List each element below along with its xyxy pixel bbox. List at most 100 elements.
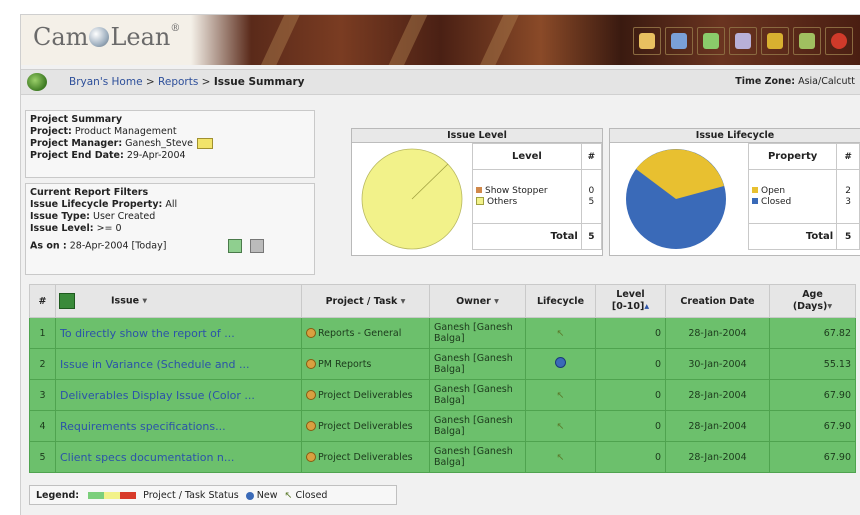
sort-icon[interactable]: ▾ <box>401 296 406 307</box>
new-icon <box>555 357 566 368</box>
people-button[interactable] <box>729 27 757 55</box>
breadcrumb: Bryan's Home > Reports > Issue Summary <box>69 76 305 88</box>
show-stopper-swatch <box>476 187 482 193</box>
legend-status-text: Project / Task Status <box>143 490 239 501</box>
diamond-button[interactable] <box>697 27 725 55</box>
table-row[interactable]: 3 Deliverables Display Issue (Color ... … <box>29 379 856 411</box>
timezone-label: Time Zone: <box>735 76 796 87</box>
column-header-lifecycle: Lifecycle <box>525 284 596 318</box>
breadcrumb-separator: > <box>145 76 155 88</box>
chain-button[interactable] <box>761 27 789 55</box>
export-excel-icon[interactable] <box>59 293 75 309</box>
sort-icon[interactable]: ▾ <box>827 301 832 312</box>
column-header-level[interactable]: Level [0-10]▴ <box>595 284 666 318</box>
type-filter-value: User Created <box>92 211 156 222</box>
level-total-value: 5 <box>580 223 603 250</box>
lifecycle-filter-value: All <box>165 199 178 210</box>
property-row-label: Open <box>761 185 786 196</box>
message-icon[interactable] <box>197 138 213 149</box>
breadcrumb-separator: > <box>201 76 211 88</box>
project-label: Project: <box>30 126 72 137</box>
level-list: Show Stopper Others <box>472 169 582 224</box>
table-row[interactable]: 5 Client specs documentation n... Projec… <box>29 441 856 473</box>
issue-link[interactable]: Issue in Variance (Schedule and ... <box>55 348 302 380</box>
age-cell: 55.13 <box>769 348 856 380</box>
level-cell: 0 <box>595 410 666 442</box>
project-cell[interactable]: PM Reports <box>301 348 430 380</box>
project-summary-heading: Project Summary <box>30 114 123 125</box>
project-name: Project Deliverables <box>318 451 413 463</box>
project-cell[interactable]: Project Deliverables <box>301 410 430 442</box>
level-filter-label: Issue Level: <box>30 223 94 234</box>
report-filters-panel: Current Report Filters Issue Lifecycle P… <box>25 183 315 275</box>
filter-button[interactable] <box>250 239 265 253</box>
property-row-count: 3 <box>845 196 851 207</box>
issue-link[interactable]: Deliverables Display Issue (Color ... <box>55 379 302 411</box>
manager-label: Project Manager: <box>30 138 123 149</box>
age-cell: 67.90 <box>769 441 856 473</box>
user-button[interactable] <box>633 27 661 55</box>
banner-decoration <box>474 15 522 65</box>
sort-ascending-icon[interactable]: ▴ <box>644 301 649 312</box>
refresh-button[interactable] <box>228 239 243 253</box>
table-row[interactable]: 2 Issue in Variance (Schedule and ... PM… <box>29 348 856 380</box>
logo-text-left: Cam <box>33 23 89 51</box>
property-row-count: 2 <box>845 185 851 196</box>
closed-swatch <box>752 198 758 204</box>
globe-button[interactable] <box>665 27 693 55</box>
age-header-label: Age <box>802 289 823 300</box>
owner-cell: Ganesh [Ganesh Balga] <box>429 410 526 442</box>
breadcrumb-home-link[interactable]: Bryan's Home <box>69 76 143 88</box>
project-cell[interactable]: Reports - General <box>301 317 430 349</box>
breadcrumb-reports-link[interactable]: Reports <box>158 76 198 88</box>
lifecycle-cell: ↖ <box>525 441 596 473</box>
filters-heading: Current Report Filters <box>30 187 149 198</box>
issue-link[interactable]: Requirements specifications... <box>55 410 302 442</box>
sort-icon[interactable]: ▾ <box>494 296 499 307</box>
table-row[interactable]: 1 To directly show the report of ... Rep… <box>29 317 856 349</box>
created-cell: 28-Jan-2004 <box>665 410 770 442</box>
legend-label: Legend: <box>36 490 80 501</box>
project-icon <box>306 390 316 400</box>
project-name: Project Deliverables <box>318 420 413 432</box>
lifecycle-cell <box>525 348 596 380</box>
created-header-label: Creation Date <box>680 295 755 307</box>
column-header-owner[interactable]: Owner ▾ <box>429 284 526 318</box>
diamond-icon <box>703 33 719 49</box>
level-count-header: # <box>580 143 603 170</box>
banner-decoration <box>384 15 432 65</box>
sort-icon[interactable]: ▾ <box>142 296 147 307</box>
age-cell: 67.82 <box>769 317 856 349</box>
user-icon <box>639 33 655 49</box>
lifecycle-cell: ↖ <box>525 410 596 442</box>
level-row-count: 5 <box>588 196 595 207</box>
issue-link[interactable]: To directly show the report of ... <box>55 317 302 349</box>
table-header-row: # Issue ▾ Project / Task ▾ Owner ▾ Lifec… <box>29 284 856 318</box>
level-cell: 0 <box>595 317 666 349</box>
property-total-label: Total <box>747 223 838 250</box>
column-header-project[interactable]: Project / Task ▾ <box>301 284 430 318</box>
lifecycle-cell: ↖ <box>525 379 596 411</box>
project-cell[interactable]: Project Deliverables <box>301 441 430 473</box>
issue-lifecycle-panel: Issue Lifecycle Property # Open Closed 2… <box>609 128 860 256</box>
breadcrumb-current: Issue Summary <box>213 76 305 88</box>
row-number: 1 <box>29 317 56 349</box>
end-date-label: Project End Date: <box>30 150 124 161</box>
tools-button[interactable] <box>793 27 821 55</box>
power-button[interactable] <box>825 27 853 55</box>
created-cell: 30-Jan-2004 <box>665 348 770 380</box>
issue-link[interactable]: Client specs documentation n... <box>55 441 302 473</box>
breadcrumb-bar: Bryan's Home > Reports > Issue Summary T… <box>21 69 860 95</box>
project-value: Product Management <box>74 126 177 137</box>
column-header-age[interactable]: Age (Days)▾ <box>769 284 856 318</box>
tools-icon <box>799 33 815 49</box>
level-row-label: Others <box>487 196 518 207</box>
project-cell[interactable]: Project Deliverables <box>301 379 430 411</box>
issue-lifecycle-pie <box>626 149 726 249</box>
legend-closed-text: Closed <box>295 490 328 501</box>
table-row[interactable]: 4 Requirements specifications... Project… <box>29 410 856 442</box>
closed-icon: ↖ <box>556 451 565 463</box>
home-globe-icon[interactable] <box>27 73 47 91</box>
people-icon <box>735 33 751 49</box>
column-header-issue[interactable]: Issue ▾ <box>55 284 302 318</box>
